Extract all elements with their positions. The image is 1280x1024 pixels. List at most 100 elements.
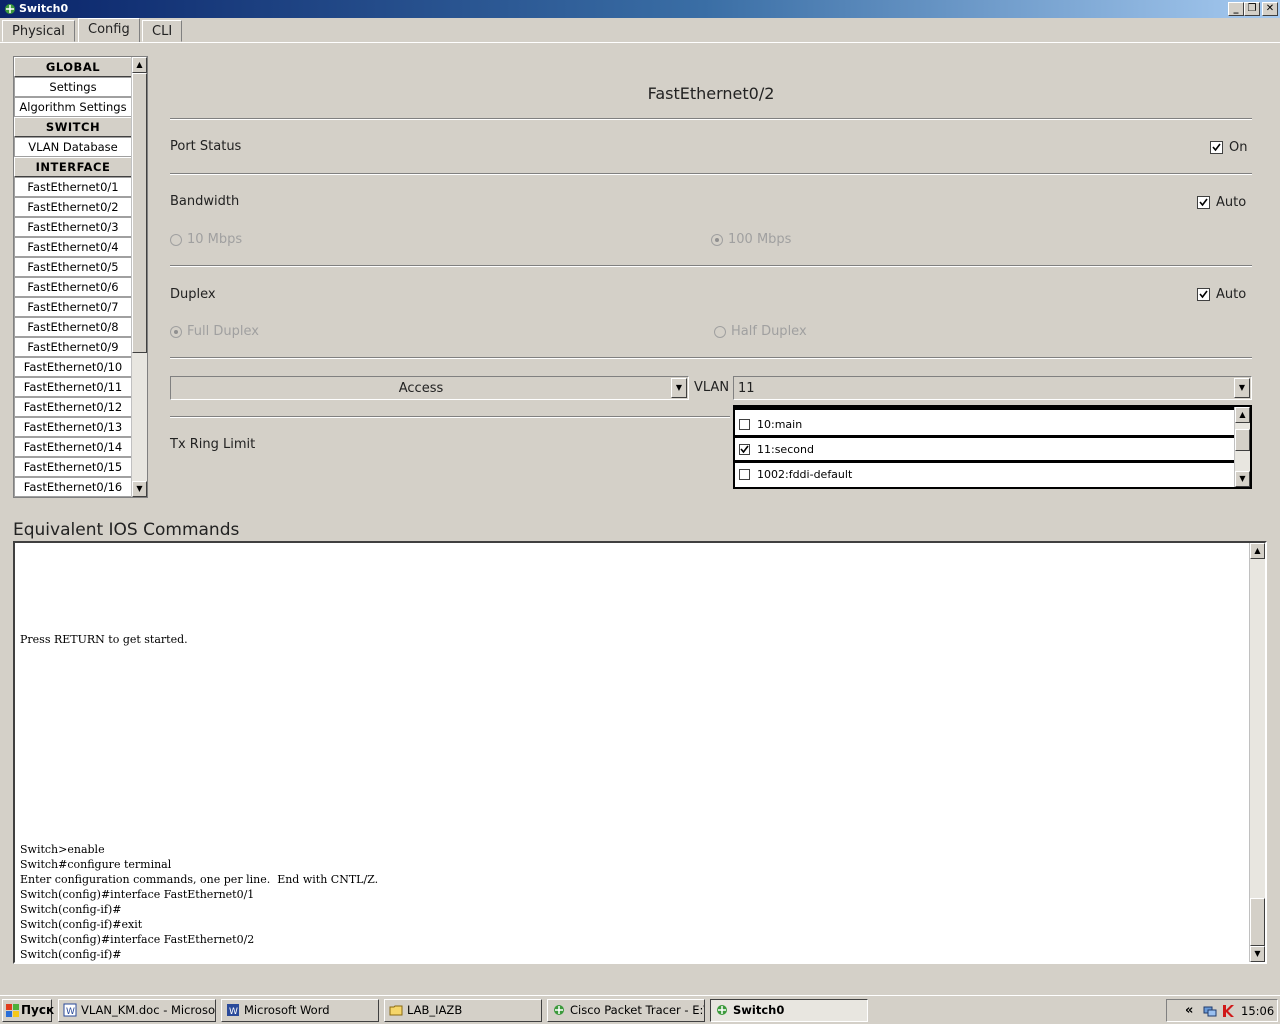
- checkbox-checked-icon: [1197, 196, 1210, 209]
- tab-config[interactable]: Config: [78, 18, 140, 42]
- sidebar-item-fa0-12[interactable]: FastEthernet0/12: [14, 397, 132, 417]
- duplex-auto-checkbox[interactable]: Auto: [1197, 287, 1246, 302]
- scroll-up-arrow-icon[interactable]: ▲: [1250, 543, 1265, 559]
- bandwidth-100-label: 100 Mbps: [728, 232, 792, 247]
- tray-expand-chevron-icon[interactable]: «: [1185, 1003, 1193, 1018]
- sidebar-item-fa0-13[interactable]: FastEthernet0/13: [14, 417, 132, 437]
- sidebar-item-fa0-15[interactable]: FastEthernet0/15: [14, 457, 132, 477]
- radio-selected-icon: [711, 233, 723, 246]
- kaspersky-icon[interactable]: [1221, 1004, 1235, 1018]
- tab-cli[interactable]: CLI: [142, 20, 183, 42]
- task-label: LAB_IAZB: [407, 1003, 463, 1017]
- radio-selected-icon: [170, 325, 182, 338]
- sidebar-item-fa0-5[interactable]: FastEthernet0/5: [14, 257, 132, 277]
- sidebar-item-settings[interactable]: Settings: [14, 77, 132, 97]
- sidebar-item-fa0-3[interactable]: FastEthernet0/3: [14, 217, 132, 237]
- task-label: Microsoft Word: [244, 1003, 330, 1017]
- bandwidth-10-radio[interactable]: 10 Mbps: [170, 232, 242, 247]
- port-status-on-checkbox[interactable]: On: [1210, 140, 1247, 155]
- sidebar-scrollbar[interactable]: ▲ ▼: [131, 57, 147, 497]
- scroll-thumb[interactable]: [132, 73, 147, 353]
- sidebar-item-fa0-4[interactable]: FastEthernet0/4: [14, 237, 132, 257]
- sidebar-item-fa0-8[interactable]: FastEthernet0/8: [14, 317, 132, 337]
- vlan-list-scrollbar[interactable]: ▲ ▼: [1234, 407, 1250, 487]
- scroll-up-arrow-icon[interactable]: ▲: [1235, 407, 1250, 423]
- sidebar-item-fa0-7[interactable]: FastEthernet0/7: [14, 297, 132, 317]
- vlan-select[interactable]: 11 ▼: [733, 376, 1252, 400]
- packet-tracer-icon: [5, 4, 15, 14]
- task-label: VLAN_KM.doc - Microsof...: [81, 1003, 216, 1017]
- tab-physical[interactable]: Physical: [2, 20, 75, 42]
- window-title: Switch0: [19, 2, 69, 15]
- console-line: Switch(config-if)#: [20, 903, 122, 916]
- task-microsoft-word[interactable]: W Microsoft Word: [221, 999, 379, 1022]
- network-icon[interactable]: [1203, 1004, 1217, 1018]
- task-switch0[interactable]: Switch0: [710, 999, 868, 1022]
- title-bar[interactable]: Switch0 _ ❐ ✕: [0, 0, 1280, 18]
- console-scrollbar[interactable]: ▲ ▼: [1249, 543, 1265, 962]
- clock: 15:06: [1241, 1004, 1275, 1018]
- sidebar-item-vlan-database[interactable]: VLAN Database: [14, 137, 132, 157]
- scroll-thumb[interactable]: [1250, 898, 1265, 946]
- chevron-down-icon[interactable]: ▼: [671, 378, 687, 398]
- task-vlan-km-doc[interactable]: W VLAN_KM.doc - Microsof...: [58, 999, 216, 1022]
- config-sidebar: GLOBAL Settings Algorithm Settings SWITC…: [13, 56, 148, 498]
- close-button[interactable]: ✕: [1262, 2, 1278, 16]
- separator: [170, 357, 1252, 359]
- console-line: Switch>enable: [20, 843, 105, 856]
- task-cisco-packet-tracer[interactable]: Cisco Packet Tracer - E:\...: [547, 999, 705, 1022]
- half-duplex-label: Half Duplex: [731, 324, 807, 339]
- sidebar-item-fa0-9[interactable]: FastEthernet0/9: [14, 337, 132, 357]
- duplex-label: Duplex: [170, 287, 216, 302]
- start-button[interactable]: Пуск: [2, 999, 54, 1022]
- sidebar-item-algorithm-settings[interactable]: Algorithm Settings: [14, 97, 132, 117]
- sidebar-item-fa0-1[interactable]: FastEthernet0/1: [14, 177, 132, 197]
- bandwidth-auto-checkbox[interactable]: Auto: [1197, 195, 1246, 210]
- scroll-up-arrow-icon[interactable]: ▲: [132, 57, 147, 73]
- minimize-button[interactable]: _: [1228, 2, 1244, 16]
- console-line: Enter configuration commands, one per li…: [20, 873, 379, 886]
- sidebar-item-fa0-14[interactable]: FastEthernet0/14: [14, 437, 132, 457]
- separator: [170, 118, 1252, 120]
- sidebar-item-fa0-16[interactable]: FastEthernet0/16: [14, 477, 132, 497]
- sidebar-item-fa0-2[interactable]: FastEthernet0/2: [14, 197, 132, 217]
- windows-logo-icon: [6, 1004, 19, 1017]
- vlan-label: VLAN: [694, 380, 730, 395]
- bandwidth-100-radio[interactable]: 100 Mbps: [711, 232, 791, 247]
- vlan-option-10[interactable]: 10:main: [735, 413, 1235, 435]
- checkbox-checked-icon: [739, 443, 750, 455]
- tab-strip: Physical Config CLI: [0, 18, 1280, 42]
- vlan-option-label: 1002:fddi-default: [757, 467, 853, 481]
- packet-tracer-icon: [554, 1005, 564, 1015]
- bandwidth-label: Bandwidth: [170, 194, 240, 209]
- vlan-option-label: 11:second: [757, 442, 814, 456]
- task-label: Cisco Packet Tracer - E:\...: [570, 1003, 705, 1017]
- word-document-icon: W: [63, 1003, 77, 1017]
- tab-divider: [0, 42, 1280, 43]
- scroll-down-arrow-icon[interactable]: ▼: [132, 481, 147, 497]
- half-duplex-radio[interactable]: Half Duplex: [714, 324, 807, 339]
- port-status-on-label: On: [1229, 140, 1248, 155]
- sidebar-item-fa0-10[interactable]: FastEthernet0/10: [14, 357, 132, 377]
- scroll-down-arrow-icon[interactable]: ▼: [1250, 946, 1265, 962]
- vlan-option-11[interactable]: 11:second: [735, 438, 1235, 460]
- console-line: Switch(config)#interface FastEthernet0/1: [20, 888, 255, 901]
- vlan-option-1002[interactable]: 1002:fddi-default: [735, 463, 1235, 485]
- ios-commands-console[interactable]: Press RETURN to get started. Switch>enab…: [13, 541, 1267, 964]
- port-status-label: Port Status: [170, 139, 242, 154]
- radio-empty-icon: [170, 233, 182, 246]
- port-mode-select[interactable]: Access ▼: [170, 376, 689, 400]
- scroll-thumb[interactable]: [1235, 429, 1250, 451]
- task-lab-iazb[interactable]: LAB_IAZB: [384, 999, 542, 1022]
- restore-button[interactable]: ❐: [1244, 2, 1260, 16]
- vlan-option-label: 10:main: [757, 417, 803, 431]
- scroll-down-arrow-icon[interactable]: ▼: [1235, 471, 1250, 487]
- console-line: Switch(config-if)#exit: [20, 918, 143, 931]
- console-line: Switch(config-if)#: [20, 948, 122, 961]
- sidebar-item-fa0-11[interactable]: FastEthernet0/11: [14, 377, 132, 397]
- full-duplex-radio[interactable]: Full Duplex: [170, 324, 259, 339]
- sidebar-header-interface: INTERFACE: [14, 157, 132, 177]
- chevron-down-icon[interactable]: ▼: [1234, 378, 1250, 398]
- sidebar-item-fa0-6[interactable]: FastEthernet0/6: [14, 277, 132, 297]
- svg-text:W: W: [66, 1007, 75, 1017]
